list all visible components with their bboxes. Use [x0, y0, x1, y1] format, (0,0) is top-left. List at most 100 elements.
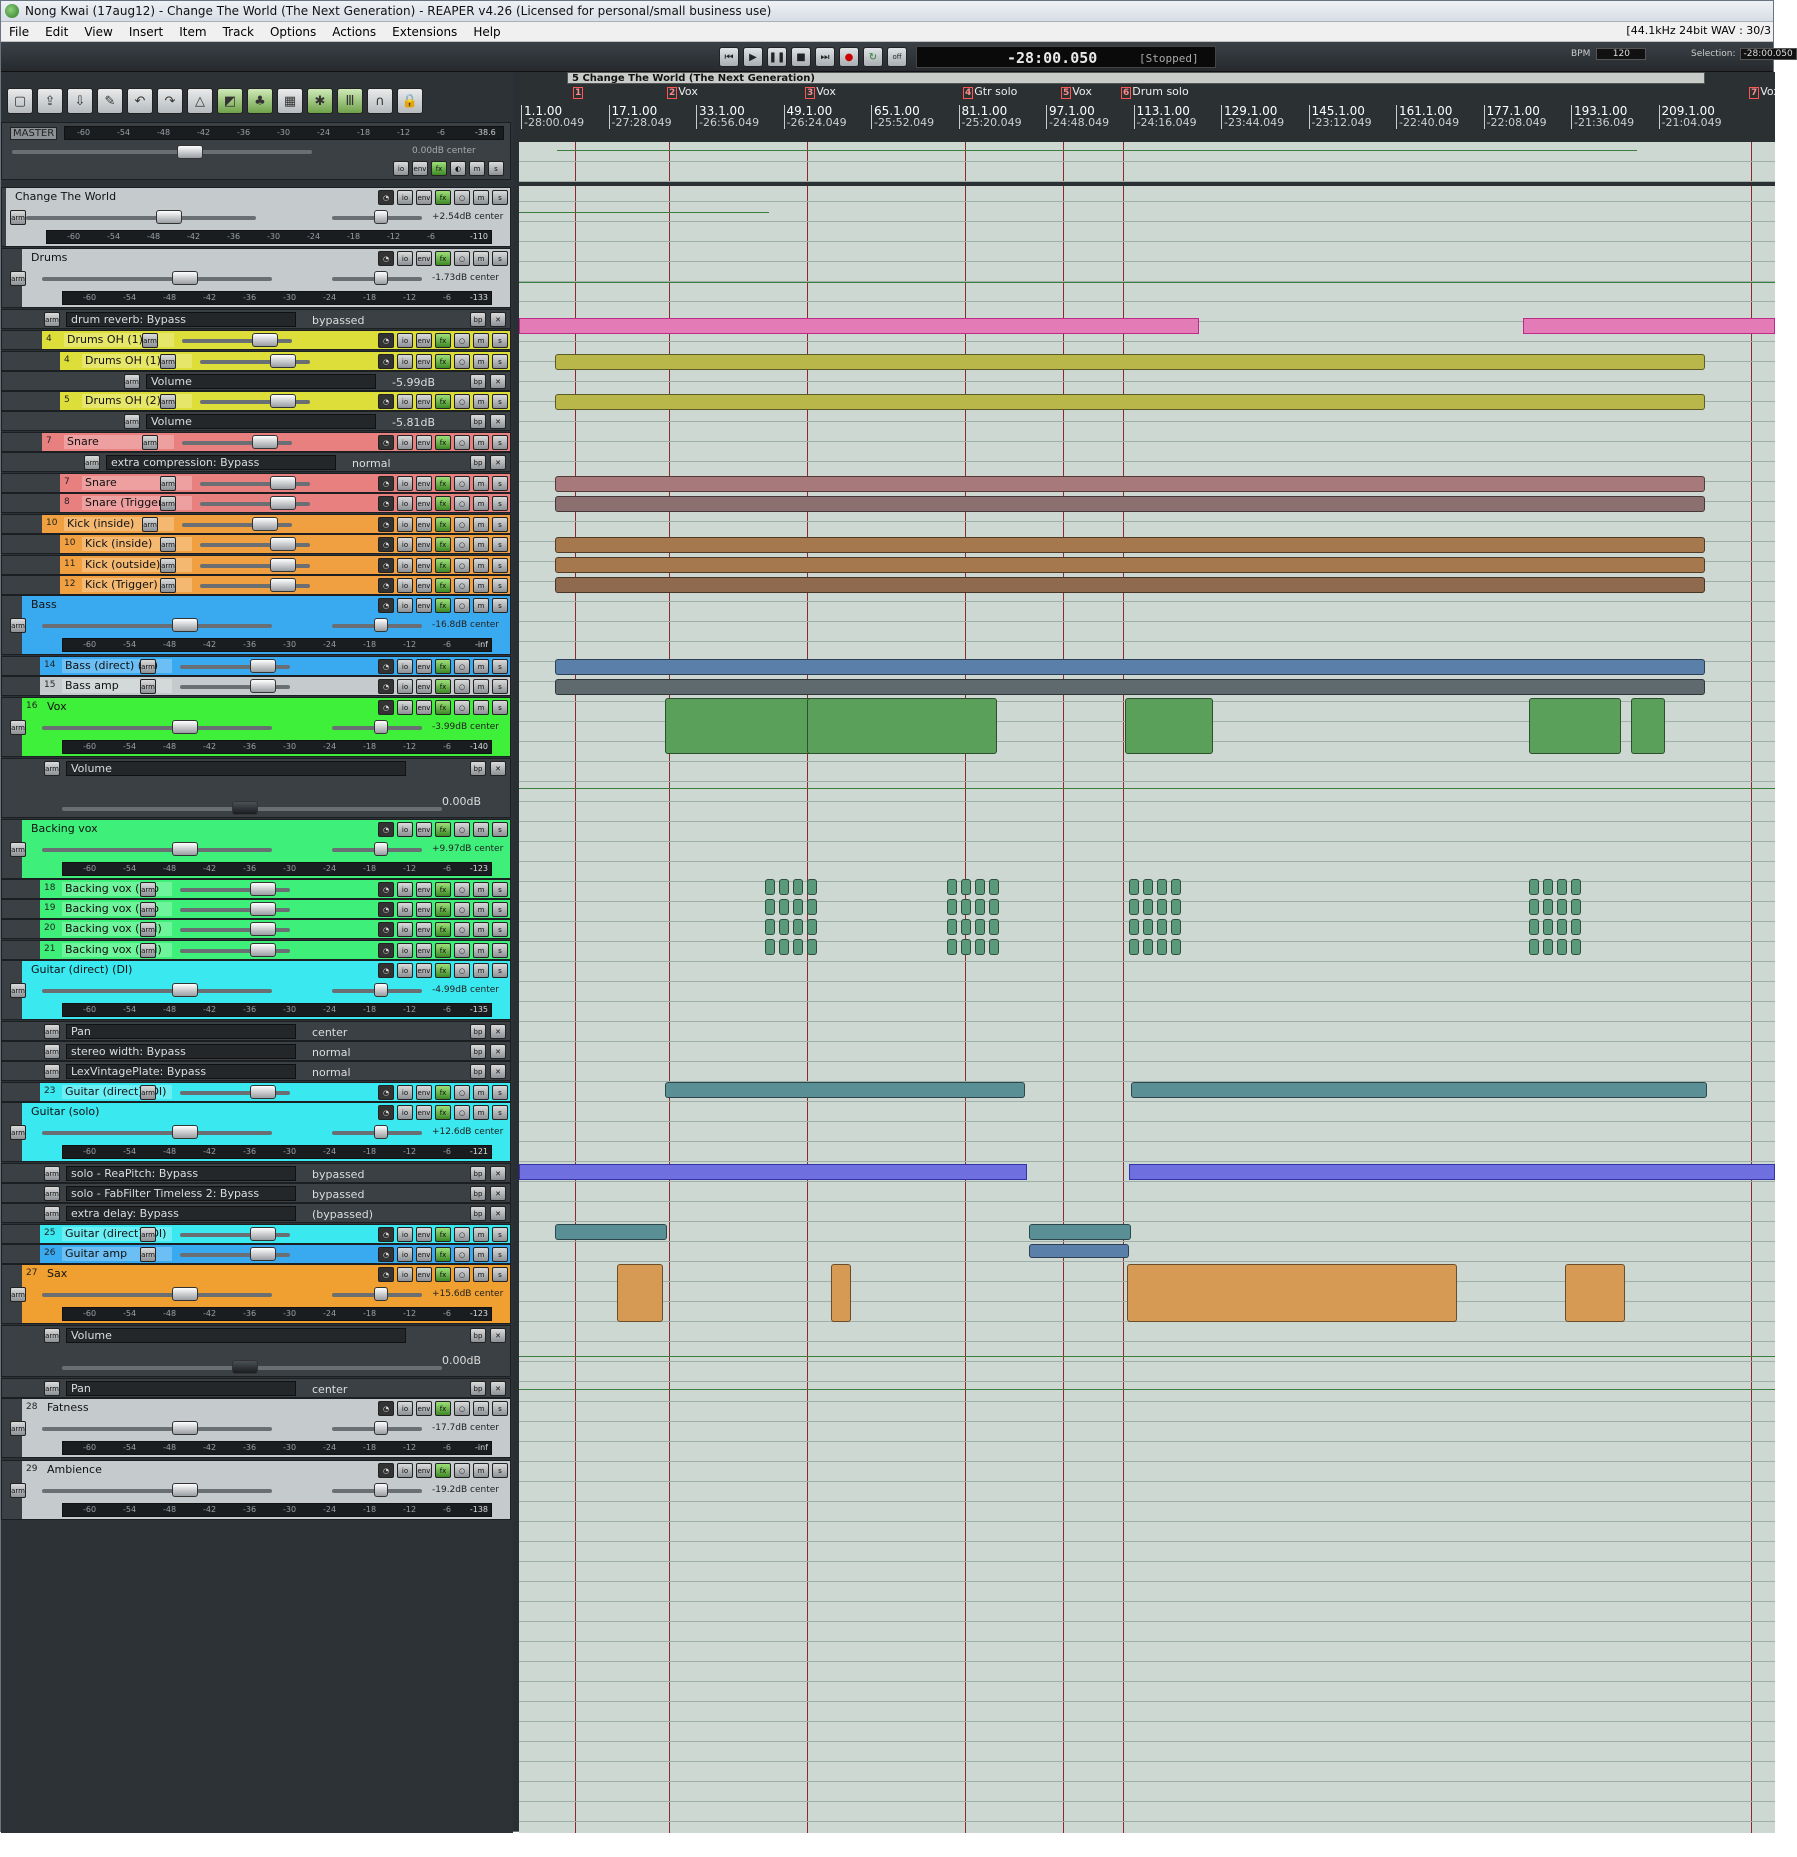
fx-button[interactable]: fx: [435, 700, 451, 715]
mute-button[interactable]: m: [473, 659, 489, 674]
media-item[interactable]: [947, 919, 957, 935]
arm-envelope-button[interactable]: arm: [44, 1186, 60, 1201]
media-item[interactable]: [555, 394, 1705, 410]
volume-fader[interactable]: [42, 1293, 272, 1297]
volume-knob[interactable]: [172, 271, 198, 285]
media-item[interactable]: [1529, 698, 1621, 754]
lock-icon[interactable]: 🔒: [397, 88, 423, 114]
phase-icon[interactable]: ◔: [378, 943, 394, 958]
stop-icon[interactable]: ■: [791, 47, 811, 67]
track-7[interactable]: 7 Snare ◔ io env fx ○ m s arm: [1, 473, 511, 493]
track-7[interactable]: 7 Snare ◔ io env fx ○ m s arm: [1, 432, 511, 452]
media-item[interactable]: [555, 537, 1705, 553]
media-item[interactable]: [1571, 899, 1581, 915]
media-item[interactable]: [975, 939, 985, 955]
mute-button[interactable]: m: [473, 578, 489, 593]
phase-icon[interactable]: ◔: [378, 1401, 394, 1416]
record-arm-button[interactable]: arm: [10, 1483, 26, 1498]
solo-button[interactable]: s: [492, 578, 508, 593]
env-button[interactable]: env: [416, 822, 432, 837]
media-item[interactable]: [1571, 919, 1581, 935]
solo-button[interactable]: s: [492, 394, 508, 409]
io-button[interactable]: io: [397, 517, 413, 532]
marker-4[interactable]: 4 Gtr solo: [963, 85, 1017, 99]
timeline-ruler[interactable]: 5 Change The World (The Next Generation)…: [519, 72, 1775, 142]
rec-mode-icon[interactable]: ○: [454, 659, 470, 674]
env-button[interactable]: env: [416, 1227, 432, 1242]
io-button[interactable]: io: [397, 1401, 413, 1416]
mute-button[interactable]: m: [473, 476, 489, 491]
track-4[interactable]: 4 Drums OH (1) ◔ io env fx ○ m s arm: [1, 330, 511, 350]
rec-mode-icon[interactable]: ○: [454, 598, 470, 613]
mute-button[interactable]: m: [473, 435, 489, 450]
fx-button[interactable]: fx: [435, 1267, 451, 1282]
mute-button[interactable]: m: [473, 700, 489, 715]
phase-icon[interactable]: ◔: [378, 190, 394, 205]
track-folder-18[interactable]: Guitar (direct) (DI) ◔ io env fx ○ m s arm -4.99d…: [1, 960, 511, 1020]
open-icon[interactable]: ⇪: [37, 88, 63, 114]
metronome-icon[interactable]: △: [187, 88, 213, 114]
io-button[interactable]: io: [397, 882, 413, 897]
envelope-lane-sax_pan[interactable]: arm Pan center bp ✕: [1, 1378, 511, 1398]
menu-actions[interactable]: Actions: [324, 25, 384, 39]
mute-button[interactable]: m: [473, 822, 489, 837]
media-item[interactable]: [1127, 1264, 1457, 1322]
envelope-lane-solo_delay[interactable]: arm extra delay: Bypass (bypassed) bp ✕: [1, 1203, 511, 1223]
close-icon[interactable]: ✕: [490, 374, 506, 389]
solo-button[interactable]: s: [492, 496, 508, 511]
bypass-button[interactable]: bp: [470, 1328, 486, 1343]
io-button[interactable]: io: [397, 1105, 413, 1120]
pan-knob[interactable]: [374, 1421, 388, 1435]
envelope-fader-knob[interactable]: [232, 801, 258, 815]
io-button[interactable]: io: [397, 496, 413, 511]
phase-icon[interactable]: ◔: [378, 1267, 394, 1282]
volume-knob[interactable]: [250, 679, 276, 693]
volume-fader[interactable]: [42, 1427, 272, 1431]
envelope-lane-sax_volume[interactable]: arm Volume 0.00dB bp ✕: [1, 1325, 511, 1377]
rec-mode-icon[interactable]: ○: [454, 251, 470, 266]
record-arm-button[interactable]: arm: [10, 842, 26, 857]
media-item[interactable]: [1029, 1224, 1131, 1240]
marker-2[interactable]: 2 Vox: [667, 85, 698, 99]
media-item[interactable]: [807, 879, 817, 895]
fx-button[interactable]: fx: [435, 963, 451, 978]
env-button[interactable]: env: [416, 578, 432, 593]
media-item[interactable]: [975, 919, 985, 935]
solo-button[interactable]: s: [492, 598, 508, 613]
media-item[interactable]: [1029, 1244, 1129, 1258]
rec-mode-icon[interactable]: ○: [454, 496, 470, 511]
media-item[interactable]: [555, 679, 1705, 695]
media-item[interactable]: [779, 919, 789, 935]
track-19[interactable]: 19 Backing vox (Pao ◔ io env fx ○ m s arm: [1, 899, 511, 919]
fx-button[interactable]: fx: [435, 496, 451, 511]
media-item[interactable]: [1143, 899, 1153, 915]
menu-view[interactable]: View: [76, 25, 120, 39]
arm-envelope-button[interactable]: arm: [84, 455, 100, 470]
record-arm-button[interactable]: arm: [160, 558, 176, 573]
media-item[interactable]: [807, 919, 817, 935]
media-item[interactable]: [1557, 899, 1567, 915]
fx-button[interactable]: fx: [435, 902, 451, 917]
phase-icon[interactable]: ◔: [378, 333, 394, 348]
mute-button[interactable]: m: [473, 333, 489, 348]
bypass-button[interactable]: bp: [470, 1381, 486, 1396]
track-name[interactable]: Guitar (solo): [28, 1105, 288, 1119]
envelope-lane-snare_comp[interactable]: arm extra compression: Bypass normal bp ✕: [1, 452, 511, 472]
io-button[interactable]: io: [397, 922, 413, 937]
arm-envelope-button[interactable]: arm: [44, 312, 60, 327]
phase-icon[interactable]: ◔: [378, 578, 394, 593]
mute-button[interactable]: m: [473, 558, 489, 573]
io-button[interactable]: io: [397, 659, 413, 674]
fx-button[interactable]: fx: [435, 190, 451, 205]
close-icon[interactable]: ✕: [490, 1044, 506, 1059]
media-item[interactable]: [555, 659, 1705, 675]
rec-mode-icon[interactable]: ○: [454, 943, 470, 958]
env-button[interactable]: env: [416, 943, 432, 958]
media-item[interactable]: [1157, 899, 1167, 915]
envelope-lane-drum_reverb[interactable]: arm drum reverb: Bypass bypassed bp ✕: [1, 309, 511, 329]
volume-knob[interactable]: [270, 496, 296, 510]
track-16[interactable]: 16 Vox ◔ io env fx ○ m s arm -3.99dB center -60 -54-…: [1, 697, 511, 757]
volume-knob[interactable]: [270, 476, 296, 490]
fx-button[interactable]: fx: [435, 333, 451, 348]
media-item[interactable]: [1143, 939, 1153, 955]
